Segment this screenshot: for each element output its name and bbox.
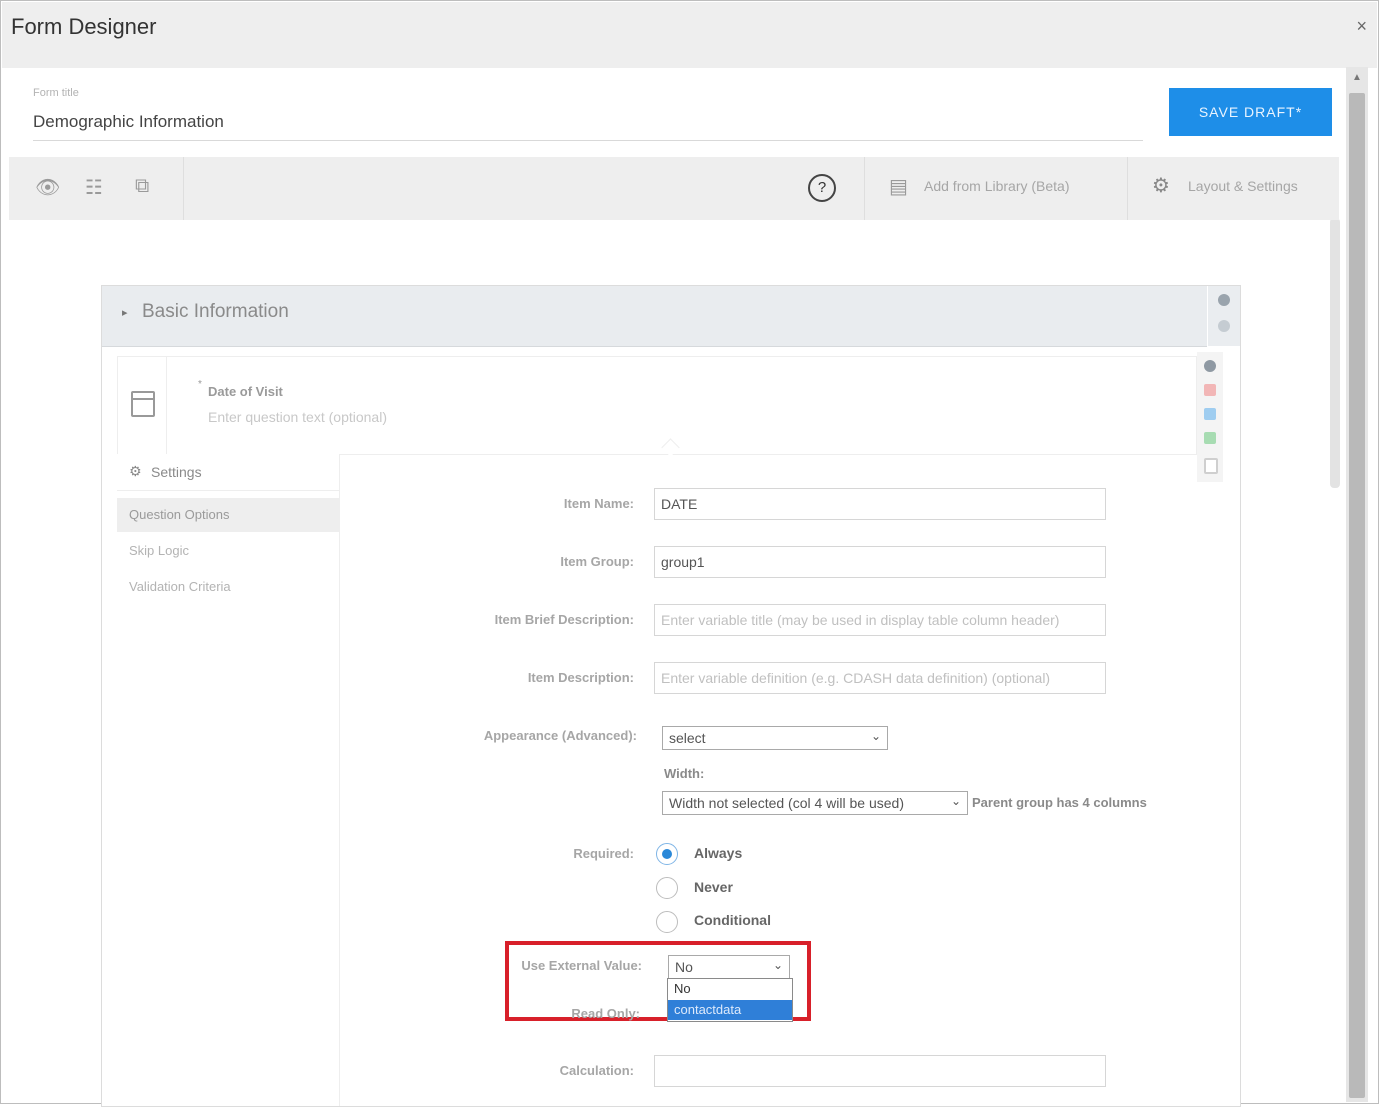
sidebar-item-question-options[interactable]: Question Options — [117, 498, 339, 532]
required-conditional-label: Conditional — [694, 912, 771, 928]
read-only-label: Read Only: — [571, 1006, 640, 1021]
sidebar-item-skip-logic[interactable]: Skip Logic — [117, 534, 339, 568]
appearance-label: Appearance (Advanced): — [483, 728, 637, 743]
item-brief-description-label: Item Brief Description: — [494, 612, 634, 627]
dialog-title: Form Designer — [11, 14, 157, 39]
dialog-scrollbar[interactable]: ▲ — [1346, 67, 1368, 1102]
scroll-up-icon[interactable]: ▲ — [1346, 69, 1368, 87]
section-header[interactable]: ▸ Basic Information — [102, 286, 1207, 347]
copy-question-icon[interactable] — [1204, 458, 1218, 474]
dropdown-option-no[interactable]: No — [668, 979, 792, 999]
question-actions — [1197, 352, 1223, 482]
chevron-down-icon: ⌄ — [870, 729, 881, 743]
help-icon[interactable]: ? — [808, 174, 836, 202]
item-name-label: Item Name: — [563, 496, 634, 511]
width-note: Parent group has 4 columns — [972, 795, 1147, 810]
list-icon[interactable]: ☷ — [85, 175, 103, 200]
item-brief-description-input[interactable] — [654, 604, 1106, 636]
question-type-cell — [118, 357, 167, 454]
required-never-radio[interactable] — [656, 877, 678, 899]
use-external-value-select[interactable]: No ⌄ — [668, 955, 790, 979]
toolbar-divider — [1127, 157, 1128, 220]
chevron-down-icon: ⌄ — [772, 958, 783, 972]
required-always-label: Always — [694, 845, 743, 861]
section-title: Basic Information — [142, 301, 289, 322]
layout-settings-button[interactable]: Layout & Settings — [1188, 178, 1298, 194]
scrollbar-thumb[interactable] — [1349, 93, 1365, 1098]
item-description-input[interactable] — [654, 662, 1106, 694]
section-delete-icon[interactable] — [1218, 320, 1230, 332]
designer-toolbar: 👁 ☷ ⧉ ? ▤ Add from Library (Beta) ⚙ Layo… — [9, 157, 1339, 220]
form-title-underline — [33, 140, 1143, 141]
eye-icon[interactable]: 👁 — [35, 175, 60, 200]
required-asterisk: * — [198, 379, 202, 390]
library-icon[interactable]: ▤ — [889, 174, 908, 199]
content-scrollbar[interactable] — [1330, 218, 1340, 488]
question-gear-icon[interactable] — [1204, 360, 1216, 372]
use-external-value-label: Use External Value: — [521, 958, 642, 973]
section-gear-icon[interactable] — [1218, 294, 1230, 306]
form-title-label: Form title — [33, 87, 79, 99]
item-name-input[interactable] — [654, 488, 1106, 520]
required-always-radio[interactable] — [656, 843, 678, 865]
external-value-dropdown-list: No contactdata — [667, 978, 793, 1022]
gear-icon[interactable]: ⚙ — [1152, 173, 1170, 198]
sidebar-item-validation-criteria[interactable]: Validation Criteria — [117, 570, 339, 604]
question-text-placeholder[interactable]: Enter question text (optional) — [208, 409, 387, 425]
dropdown-option-contactdata[interactable]: contactdata — [668, 1000, 792, 1020]
add-from-library-button[interactable]: Add from Library (Beta) — [924, 178, 1070, 194]
calculation-label: Calculation: — [559, 1063, 634, 1078]
item-description-label: Item Description: — [527, 670, 634, 685]
form-title-input[interactable]: Demographic Information — [33, 112, 224, 132]
question-date-of-visit[interactable]: * Date of Visit Enter question text (opt… — [117, 356, 1197, 455]
appearance-select[interactable]: select ⌄ — [662, 726, 888, 750]
settings-sidebar: ⚙ Settings Question Options Skip Logic V… — [117, 454, 340, 1106]
section-actions — [1208, 286, 1240, 346]
item-group-input[interactable] — [654, 546, 1106, 578]
width-label: Width: — [664, 766, 705, 781]
save-draft-button[interactable]: SAVE DRAFT* — [1169, 88, 1332, 136]
toolbar-divider — [864, 157, 865, 220]
settings-gear-icon: ⚙ — [129, 463, 142, 479]
width-select[interactable]: Width not selected (col 4 will be used) … — [662, 791, 968, 815]
move-icon[interactable] — [1204, 432, 1216, 444]
close-icon[interactable]: × — [1356, 16, 1367, 37]
chevron-down-icon: ⌄ — [950, 794, 961, 808]
delete-icon[interactable] — [1204, 384, 1216, 396]
collapse-caret-icon[interactable]: ▸ — [122, 306, 128, 319]
item-group-label: Item Group: — [560, 554, 634, 569]
calculation-input[interactable] — [654, 1055, 1106, 1087]
required-conditional-radio[interactable] — [656, 911, 678, 933]
duplicate-icon[interactable] — [1204, 408, 1216, 420]
toolbar-divider — [183, 157, 184, 220]
copy-icon[interactable]: ⧉ — [135, 175, 149, 198]
dialog-titlebar: Form Designer × — [2, 2, 1377, 68]
required-label: Required: — [573, 846, 634, 861]
required-never-label: Never — [694, 879, 733, 895]
settings-title: Settings — [151, 464, 202, 480]
calendar-icon — [131, 391, 155, 417]
settings-header: ⚙ Settings — [117, 454, 339, 491]
question-label[interactable]: Date of Visit — [208, 384, 283, 399]
